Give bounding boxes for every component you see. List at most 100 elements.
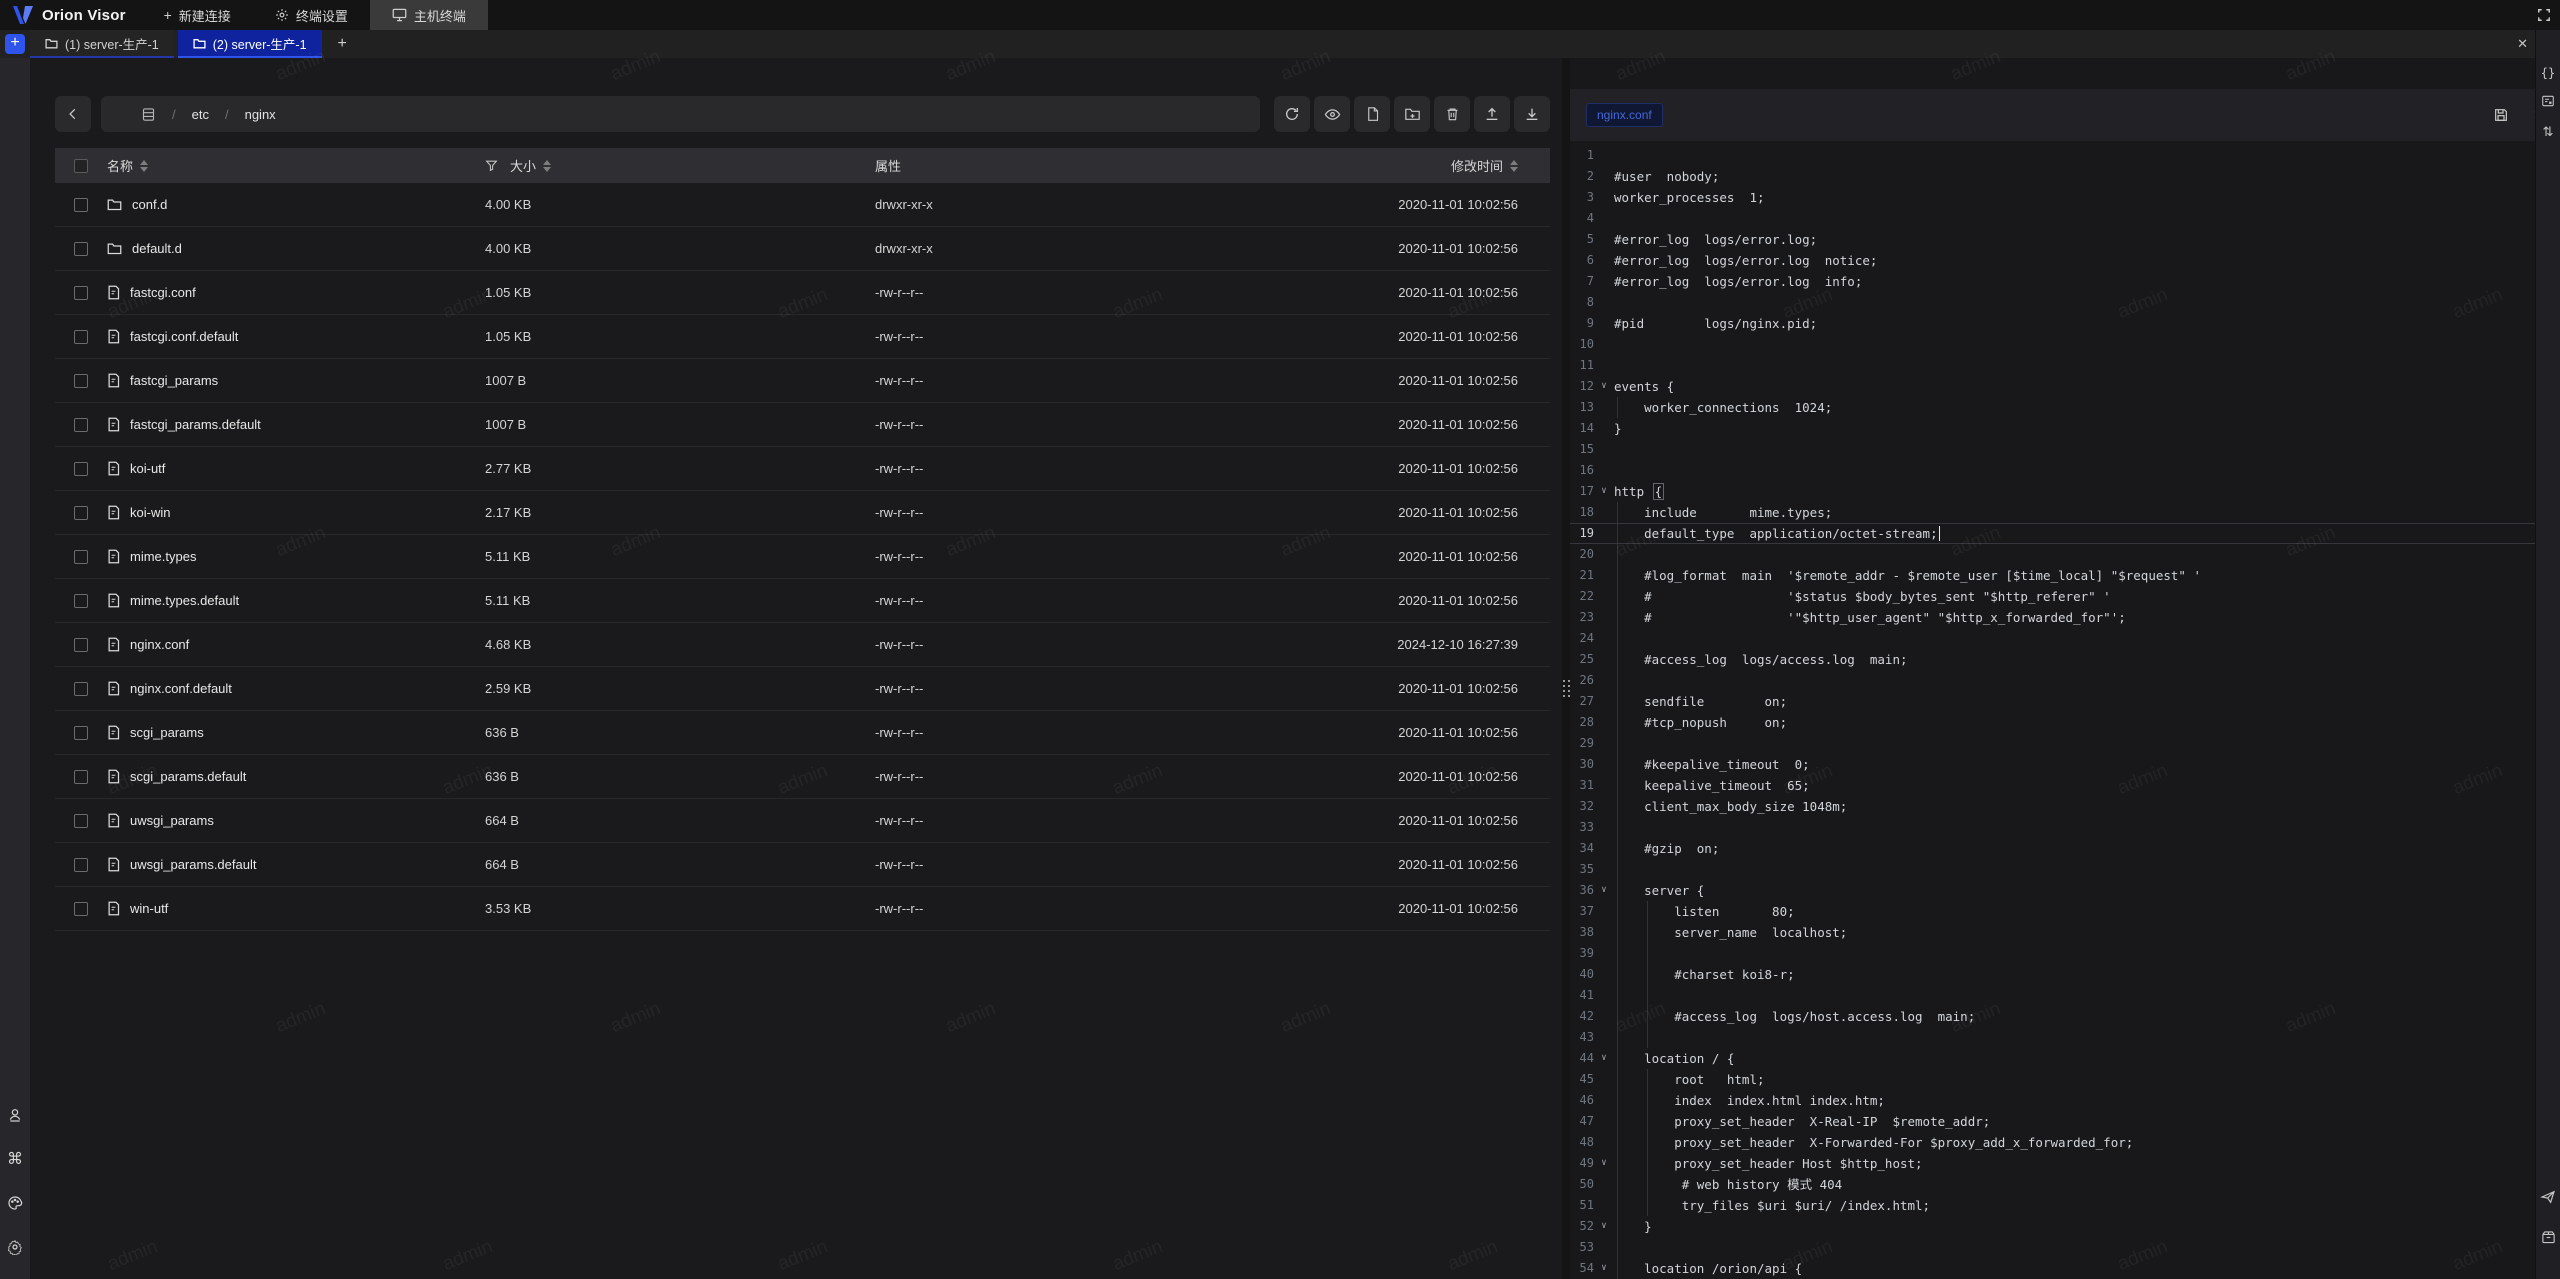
row-checkbox[interactable]: [74, 374, 88, 388]
file-row-fastcgi_params.default[interactable]: fastcgi_params.default1007 B-rw-r--r--20…: [55, 403, 1550, 447]
code-line[interactable]: 43: [1570, 1027, 2560, 1048]
row-checkbox[interactable]: [74, 462, 88, 476]
code-line[interactable]: 8: [1570, 292, 2560, 313]
panel-form-icon[interactable]: [2536, 94, 2560, 108]
code-line[interactable]: 34 #gzip on;: [1570, 838, 2560, 859]
code-line[interactable]: 26: [1570, 670, 2560, 691]
file-row-mime.types.default[interactable]: mime.types.default5.11 KB-rw-r--r--2020-…: [55, 579, 1550, 623]
select-all-checkbox[interactable]: [74, 159, 88, 173]
refresh-icon[interactable]: [1274, 96, 1310, 132]
menu-terminal-settings[interactable]: 终端设置: [253, 0, 370, 30]
file-row-koi-utf[interactable]: koi-utf2.77 KB-rw-r--r--2020-11-01 10:02…: [55, 447, 1550, 491]
code-editor[interactable]: 12#user nobody;3worker_processes 1;45#er…: [1570, 141, 2560, 1279]
code-line[interactable]: 41: [1570, 985, 2560, 1006]
file-row-fastcgi_params[interactable]: fastcgi_params1007 B-rw-r--r--2020-11-01…: [55, 359, 1550, 403]
back-button[interactable]: [55, 96, 91, 132]
code-line[interactable]: 9#pid logs/nginx.pid;: [1570, 313, 2560, 334]
code-line[interactable]: 40 #charset koi8-r;: [1570, 964, 2560, 985]
file-row-nginx.conf.default[interactable]: nginx.conf.default2.59 KB-rw-r--r--2020-…: [55, 667, 1550, 711]
delete-trash-icon[interactable]: [1434, 96, 1470, 132]
code-line[interactable]: 2#user nobody;: [1570, 166, 2560, 187]
new-folder-icon[interactable]: [1394, 96, 1430, 132]
code-line[interactable]: 48 proxy_set_header X-Forwarded-For $pro…: [1570, 1132, 2560, 1153]
code-line[interactable]: 17∨http {: [1570, 481, 2560, 502]
code-line[interactable]: 39: [1570, 943, 2560, 964]
code-line[interactable]: 28 #tcp_nopush on;: [1570, 712, 2560, 733]
editor-file-tab[interactable]: nginx.conf: [1586, 103, 1663, 127]
row-checkbox[interactable]: [74, 242, 88, 256]
fold-chevron-icon[interactable]: ∨: [1594, 1048, 1614, 1069]
code-line[interactable]: 18 include mime.types;: [1570, 502, 2560, 523]
file-row-uwsgi_params.default[interactable]: uwsgi_params.default664 B-rw-r--r--2020-…: [55, 843, 1550, 887]
file-row-fastcgi.conf.default[interactable]: fastcgi.conf.default1.05 KB-rw-r--r--202…: [55, 315, 1550, 359]
code-line[interactable]: 15: [1570, 439, 2560, 460]
code-line[interactable]: 5#error_log logs/error.log;: [1570, 229, 2560, 250]
code-line[interactable]: 51 try_files $uri $uri/ /index.html;: [1570, 1195, 2560, 1216]
code-line[interactable]: 47 proxy_set_header X-Real-IP $remote_ad…: [1570, 1111, 2560, 1132]
code-line[interactable]: 37 listen 80;: [1570, 901, 2560, 922]
code-line[interactable]: 12∨events {: [1570, 376, 2560, 397]
row-checkbox[interactable]: [74, 814, 88, 828]
save-file-icon[interactable]: [2493, 107, 2509, 123]
column-attr[interactable]: 属性: [875, 156, 901, 175]
code-line[interactable]: 29: [1570, 733, 2560, 754]
close-panel-icon[interactable]: ✕: [2517, 30, 2528, 58]
sort-icon[interactable]: [140, 160, 148, 172]
fold-chevron-icon[interactable]: ∨: [1594, 376, 1614, 397]
code-line[interactable]: 3worker_processes 1;: [1570, 187, 2560, 208]
file-row-conf.d[interactable]: conf.d4.00 KBdrwxr-xr-x2020-11-01 10:02:…: [55, 183, 1550, 227]
panel-resize-handle[interactable]: [1562, 58, 1570, 1279]
file-row-win-utf[interactable]: win-utf3.53 KB-rw-r--r--2020-11-01 10:02…: [55, 887, 1550, 931]
file-row-uwsgi_params[interactable]: uwsgi_params664 B-rw-r--r--2020-11-01 10…: [55, 799, 1550, 843]
code-line[interactable]: 36∨ server {: [1570, 880, 2560, 901]
code-line[interactable]: 32 client_max_body_size 1048m;: [1570, 796, 2560, 817]
code-line[interactable]: 49∨ proxy_set_header Host $http_host;: [1570, 1153, 2560, 1174]
add-tab-icon[interactable]: +: [326, 30, 359, 58]
breadcrumb-segment[interactable]: etc: [192, 107, 209, 122]
sort-icon[interactable]: [543, 160, 551, 172]
code-line[interactable]: 52∨ }: [1570, 1216, 2560, 1237]
code-line[interactable]: 50 # web history 模式 404: [1570, 1174, 2560, 1195]
column-mtime[interactable]: 修改时间: [1451, 156, 1518, 175]
fold-chevron-icon[interactable]: ∨: [1594, 481, 1614, 502]
preview-eye-icon[interactable]: [1314, 96, 1350, 132]
sort-icon[interactable]: [1510, 160, 1518, 172]
code-line[interactable]: 35: [1570, 859, 2560, 880]
new-file-icon[interactable]: [1354, 96, 1390, 132]
code-line[interactable]: 30 #keepalive_timeout 0;: [1570, 754, 2560, 775]
menu-new-connection[interactable]: + 新建连接: [142, 0, 253, 30]
row-checkbox[interactable]: [74, 726, 88, 740]
code-line[interactable]: 45 root html;: [1570, 1069, 2560, 1090]
file-row-koi-win[interactable]: koi-win2.17 KB-rw-r--r--2020-11-01 10:02…: [55, 491, 1550, 535]
code-line[interactable]: 23 # '"$http_user_agent" "$http_x_forwar…: [1570, 607, 2560, 628]
row-checkbox[interactable]: [74, 506, 88, 520]
column-size[interactable]: 大小: [485, 156, 551, 175]
code-line[interactable]: 33: [1570, 817, 2560, 838]
code-line[interactable]: 22 # '$status $body_bytes_sent "$http_re…: [1570, 586, 2560, 607]
code-line[interactable]: 42 #access_log logs/host.access.log main…: [1570, 1006, 2560, 1027]
code-line[interactable]: 44∨ location / {: [1570, 1048, 2560, 1069]
column-name[interactable]: 名称: [107, 156, 148, 175]
settings-gear-icon[interactable]: [7, 1238, 24, 1255]
row-checkbox[interactable]: [74, 286, 88, 300]
row-checkbox[interactable]: [74, 550, 88, 564]
code-line[interactable]: 11: [1570, 355, 2560, 376]
code-line[interactable]: 14}: [1570, 418, 2560, 439]
code-line[interactable]: 24: [1570, 628, 2560, 649]
send-plane-icon[interactable]: [2536, 1189, 2560, 1205]
download-icon[interactable]: [1514, 96, 1550, 132]
code-line[interactable]: 38 server_name localhost;: [1570, 922, 2560, 943]
fold-chevron-icon[interactable]: ∨: [1594, 1153, 1614, 1174]
row-checkbox[interactable]: [74, 770, 88, 784]
code-line[interactable]: 1: [1570, 145, 2560, 166]
user-icon[interactable]: [7, 1106, 24, 1123]
new-session-button[interactable]: +: [5, 34, 25, 54]
file-row-nginx.conf[interactable]: nginx.conf4.68 KB-rw-r--r--2024-12-10 16…: [55, 623, 1550, 667]
code-line[interactable]: 10: [1570, 334, 2560, 355]
code-line[interactable]: 19 default_type application/octet-stream…: [1570, 523, 2560, 544]
package-box-icon[interactable]: [2536, 1230, 2560, 1245]
session-tab-1[interactable]: (1) server-生产-1: [30, 30, 174, 58]
row-checkbox[interactable]: [74, 858, 88, 872]
file-row-scgi_params[interactable]: scgi_params636 B-rw-r--r--2020-11-01 10:…: [55, 711, 1550, 755]
code-line[interactable]: 31 keepalive_timeout 65;: [1570, 775, 2560, 796]
